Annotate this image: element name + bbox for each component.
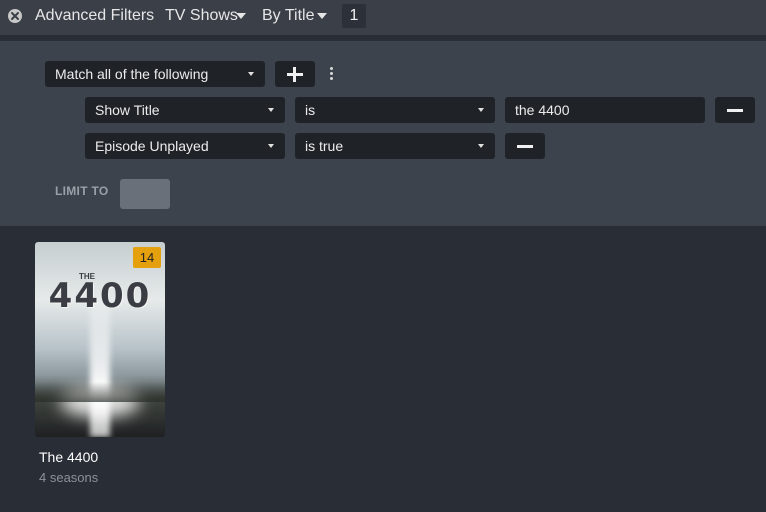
- chevron-down-icon: [478, 108, 484, 112]
- minus-icon: [727, 109, 743, 112]
- result-count-badge: 1: [342, 4, 366, 28]
- chevron-down-icon: [248, 72, 254, 76]
- library-type-label: TV Shows: [165, 7, 238, 24]
- rule-2-operator-select[interactable]: is true: [295, 133, 495, 159]
- add-rule-button[interactable]: [275, 61, 315, 87]
- match-mode-label: Match all of the following: [55, 66, 209, 82]
- remove-rule-1-button[interactable]: [715, 97, 755, 123]
- chevron-down-icon: [317, 13, 327, 19]
- poster-image[interactable]: THE 4400: [35, 242, 165, 437]
- top-bar: Advanced Filters TV Shows By Title 1: [0, 0, 766, 35]
- item-subtitle: 4 seasons: [39, 470, 99, 485]
- chevron-down-icon: [268, 108, 274, 112]
- limit-input[interactable]: [120, 179, 170, 209]
- minus-icon: [517, 145, 533, 148]
- page-title: Advanced Filters: [35, 7, 155, 24]
- chevron-down-icon: [236, 13, 246, 19]
- rule-operator-label: is: [305, 102, 316, 118]
- filter-panel: Match all of the following Show Title is…: [0, 41, 766, 226]
- rule-1-operator-select[interactable]: is: [295, 97, 495, 123]
- rule-field-label: Show Title: [95, 102, 160, 118]
- unwatched-count-badge: 14: [133, 247, 161, 268]
- rule-1-value-input[interactable]: [505, 97, 705, 123]
- chevron-down-icon: [268, 144, 274, 148]
- poster-logo: 4400: [48, 276, 152, 316]
- close-icon[interactable]: [8, 9, 22, 23]
- sort-label: By Title: [262, 7, 315, 24]
- match-mode-select[interactable]: Match all of the following: [45, 61, 265, 87]
- rule-1-field-select[interactable]: Show Title: [85, 97, 285, 123]
- remove-rule-2-button[interactable]: [505, 133, 545, 159]
- limit-label: LIMIT TO: [55, 184, 109, 198]
- chevron-down-icon: [478, 144, 484, 148]
- rule-operator-label: is true: [305, 138, 344, 154]
- rule-2-field-select[interactable]: Episode Unplayed: [85, 133, 285, 159]
- rule-field-label: Episode Unplayed: [95, 138, 209, 154]
- item-title[interactable]: The 4400: [39, 449, 98, 465]
- kebab-icon[interactable]: [329, 67, 335, 81]
